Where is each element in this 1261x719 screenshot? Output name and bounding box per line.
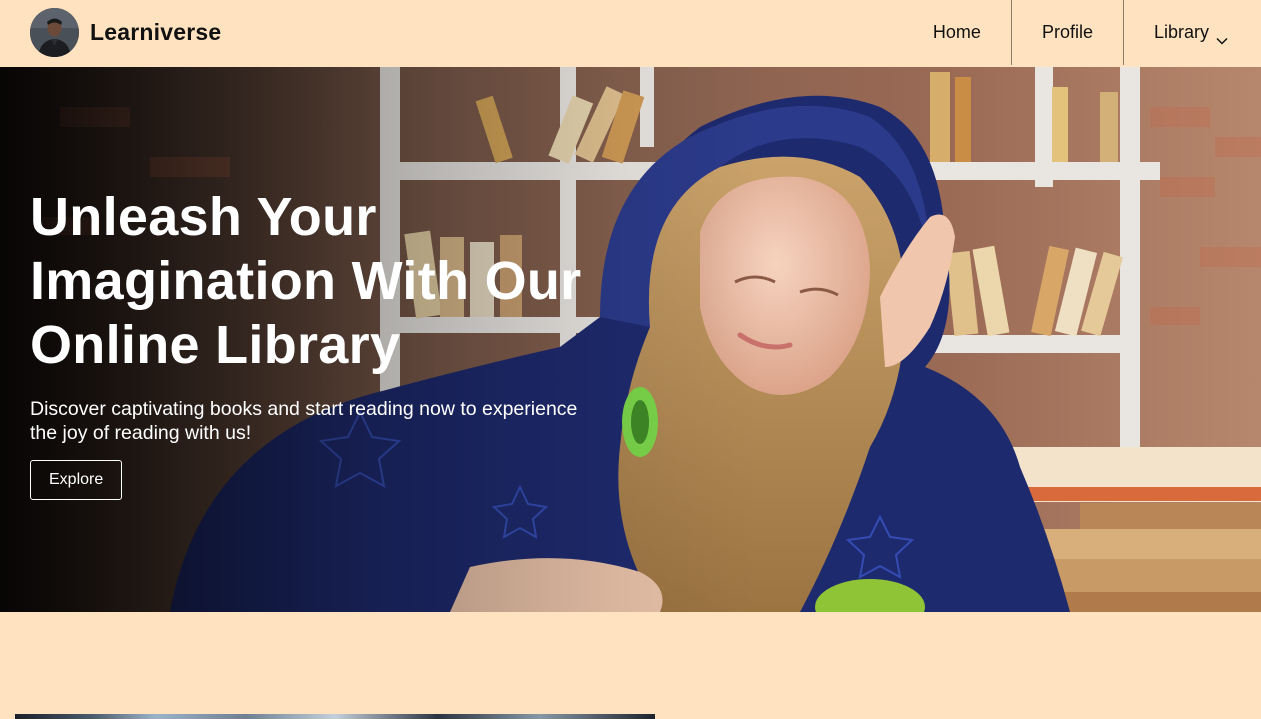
- hero-title-line: Imagination With Our: [30, 251, 582, 311]
- nav-home[interactable]: Home: [903, 0, 1011, 65]
- hero-title-line: Unleash Your: [30, 187, 377, 247]
- avatar[interactable]: [30, 8, 79, 57]
- brand[interactable]: Learniverse: [30, 8, 221, 57]
- nav-links: Home Profile Library: [903, 0, 1261, 67]
- hero-title: Unleash Your Imagination With Our Online…: [30, 185, 630, 377]
- hero-subtitle-line: Discover captivating books and start rea…: [30, 398, 578, 420]
- explore-button[interactable]: Explore: [30, 460, 123, 500]
- next-section-image: [15, 714, 655, 719]
- hero-subtitle-line: the joy of reading with us!: [30, 422, 252, 444]
- hero-subtitle: Discover captivating books and start rea…: [30, 397, 610, 445]
- brand-name[interactable]: Learniverse: [90, 19, 221, 46]
- hero-banner: Unleash Your Imagination With Our Online…: [0, 67, 1261, 612]
- top-navbar: Learniverse Home Profile Library: [0, 0, 1261, 67]
- hero-title-line: Online Library: [30, 315, 401, 375]
- nav-home-label: Home: [932, 22, 981, 42]
- nav-library-label: Library: [1153, 22, 1209, 42]
- nav-profile[interactable]: Profile: [1010, 0, 1123, 65]
- avatar-photo: [30, 8, 79, 57]
- hero-content: Unleash Your Imagination With Our Online…: [30, 185, 630, 500]
- chevron-down-icon: [1216, 29, 1228, 45]
- nav-profile-label: Profile: [1041, 22, 1093, 42]
- nav-library-dropdown[interactable]: Library: [1122, 0, 1261, 65]
